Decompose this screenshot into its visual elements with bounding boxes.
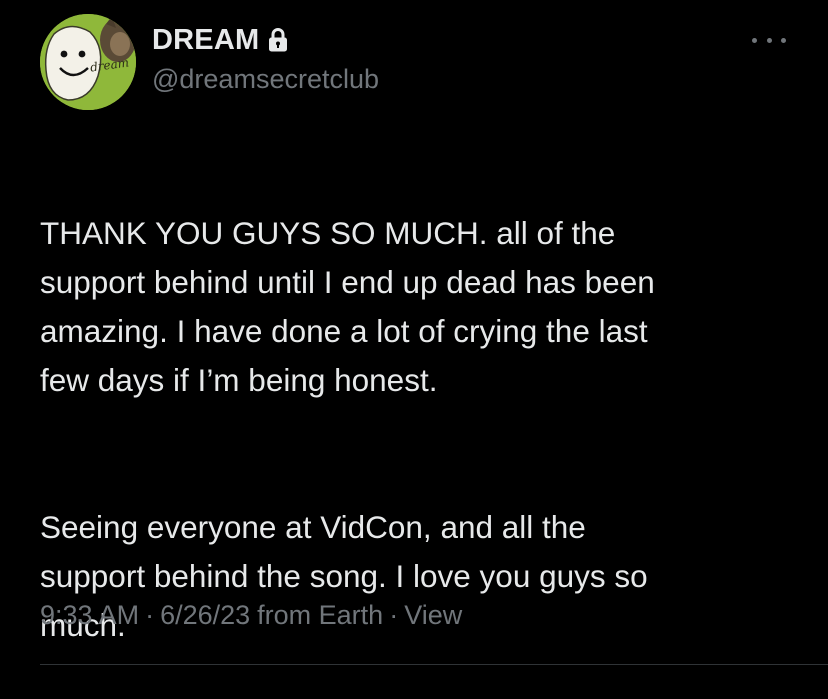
user-handle[interactable]: @dreamsecretclub (152, 64, 379, 95)
tweet-time[interactable]: 9:33 AM (40, 600, 139, 631)
separator: · (145, 600, 155, 630)
more-horizontal-icon (752, 37, 757, 43)
more-horizontal-icon (766, 37, 772, 43)
more-horizontal-icon (781, 37, 786, 43)
more-options-button[interactable] (752, 30, 786, 50)
lock-icon (267, 25, 289, 55)
tweet-date[interactable]: 6/26/23 (160, 600, 250, 631)
author-name-row: DREAM (152, 22, 289, 58)
tweet-source: from Earth (257, 600, 384, 630)
view-link[interactable]: View (404, 600, 462, 631)
divider (40, 664, 828, 665)
tweet-detail: dream DREAM @dreamsecretclub THANK YOU G… (0, 0, 828, 668)
tweet-metadata: 9:33 AM · 6/26/23 from Earth · View (40, 600, 462, 631)
avatar[interactable]: dream (40, 14, 136, 110)
display-name[interactable]: DREAM (152, 24, 259, 57)
separator: · (389, 600, 399, 630)
tweet-paragraph: THANK YOU GUYS SO MUCH. all of the suppo… (40, 215, 655, 398)
